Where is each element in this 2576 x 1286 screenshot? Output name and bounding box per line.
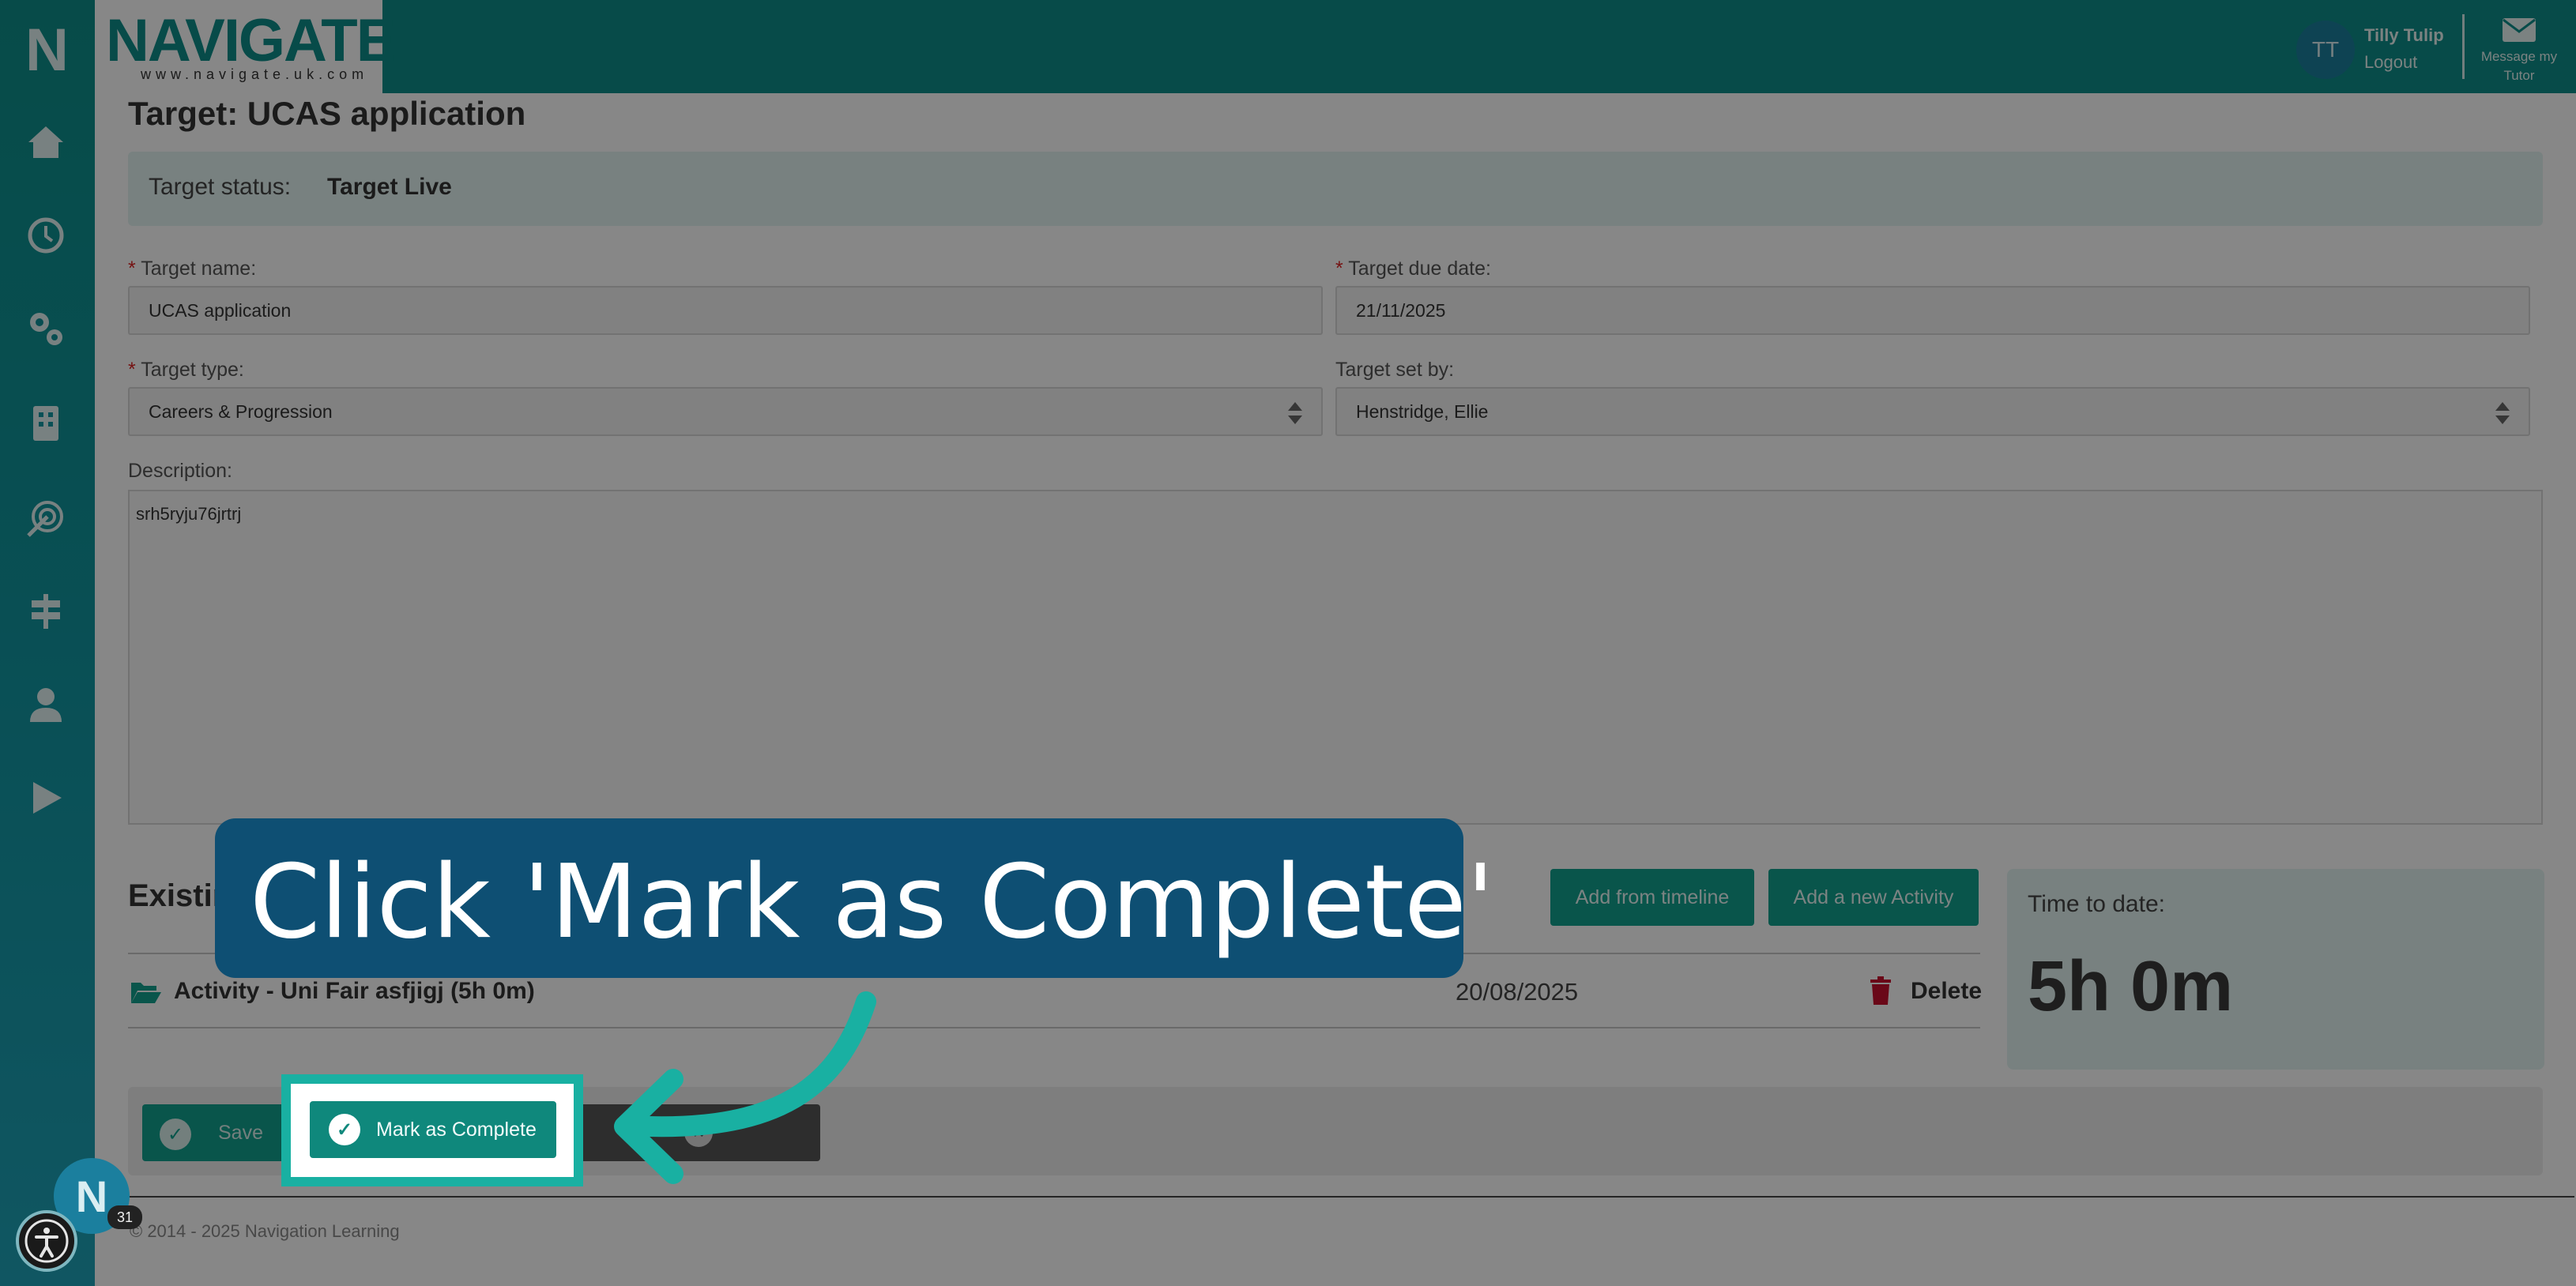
- page-title: Target: UCAS application: [128, 95, 526, 132]
- add-activity-button[interactable]: Add a new Activity: [1768, 869, 1979, 926]
- check-icon: ✓: [329, 1114, 360, 1145]
- building-icon[interactable]: [25, 403, 66, 444]
- brand-logo[interactable]: NAVIGATE www.navigate.uk.com: [95, 0, 396, 93]
- envelope-icon[interactable]: [2502, 17, 2536, 43]
- sidebar-logo[interactable]: N: [25, 16, 69, 85]
- due-date-input[interactable]: 21/11/2025: [1335, 286, 2530, 335]
- mark-complete-label: Mark as Complete: [376, 1119, 537, 1141]
- notification-count-badge: 31: [107, 1205, 142, 1229]
- check-icon: ✓: [160, 1119, 191, 1150]
- delete-activity-button[interactable]: Delete: [1911, 978, 1982, 1005]
- signpost-icon[interactable]: [25, 591, 66, 632]
- description-label: Description:: [128, 460, 232, 482]
- gears-icon[interactable]: [25, 308, 66, 349]
- sidebar: N: [0, 0, 95, 1286]
- target-name-input[interactable]: UCAS application: [128, 286, 1323, 335]
- target-type-value: Careers & Progression: [149, 400, 333, 422]
- callout-text: Click 'Mark as Complete': [250, 844, 1495, 961]
- user-icon[interactable]: [25, 684, 66, 725]
- footer-divider: [128, 1196, 2574, 1198]
- set-by-value: Henstridge, Ellie: [1356, 400, 1489, 422]
- status-panel: Target status: Target Live: [128, 152, 2543, 226]
- activity-name[interactable]: Activity - Uni Fair asfjigj (5h 0m): [174, 978, 535, 1005]
- due-date-label: * Target due date:: [1335, 258, 1491, 280]
- add-from-timeline-button[interactable]: Add from timeline: [1550, 869, 1754, 926]
- save-button[interactable]: ✓ Save: [142, 1104, 300, 1161]
- time-to-date-label: Time to date:: [2028, 891, 2165, 917]
- target-type-label: * Target type:: [128, 359, 244, 381]
- target-icon[interactable]: [25, 498, 66, 539]
- description-textarea[interactable]: srh5ryju76jrtrj: [128, 490, 2543, 825]
- play-icon[interactable]: [25, 777, 66, 818]
- save-button-label: Save: [218, 1122, 263, 1144]
- logout-link[interactable]: Logout: [2364, 52, 2417, 73]
- message-tutor-label[interactable]: Message my Tutor: [2480, 47, 2559, 85]
- time-to-date-panel: Time to date: 5h 0m: [2007, 869, 2544, 1070]
- header-divider: [2462, 14, 2465, 79]
- target-name-label: * Target name:: [128, 258, 257, 280]
- tutorial-callout: Click 'Mark as Complete': [215, 818, 1494, 978]
- pointer-arrow-icon: [614, 991, 876, 1184]
- accessibility-icon: [24, 1219, 69, 1263]
- user-name: Tilly Tulip: [2364, 25, 2444, 45]
- set-by-label: Target set by:: [1335, 359, 1455, 381]
- row-divider: [128, 1027, 1980, 1028]
- status-label: Target status:: [149, 174, 292, 200]
- target-type-select[interactable]: Careers & Progression: [128, 387, 1323, 436]
- brand-name: NAVIGATE: [106, 7, 396, 74]
- brand-url: www.navigate.uk.com: [141, 66, 369, 82]
- copyright-text: © 2014 - 2025 Navigation Learning: [130, 1221, 400, 1241]
- status-badge: Target Live: [327, 174, 452, 200]
- avatar[interactable]: TT: [2296, 21, 2355, 79]
- set-by-select[interactable]: Henstridge, Ellie: [1335, 387, 2530, 436]
- select-arrows-icon: [2495, 402, 2510, 424]
- accessibility-button[interactable]: [16, 1210, 77, 1272]
- activity-date: 20/08/2025: [1456, 978, 1579, 1006]
- home-icon[interactable]: [25, 122, 66, 163]
- folder-open-icon[interactable]: [130, 980, 161, 1005]
- top-bar: NAVIGATE www.navigate.uk.com TT Tilly Tu…: [0, 0, 2576, 93]
- mark-complete-button[interactable]: ✓ Mark as Complete: [310, 1101, 556, 1158]
- trash-icon[interactable]: [1870, 976, 1892, 1005]
- time-to-date-value: 5h 0m: [2028, 947, 2234, 1026]
- select-arrows-icon: [1288, 402, 1302, 424]
- clock-icon[interactable]: [25, 215, 66, 256]
